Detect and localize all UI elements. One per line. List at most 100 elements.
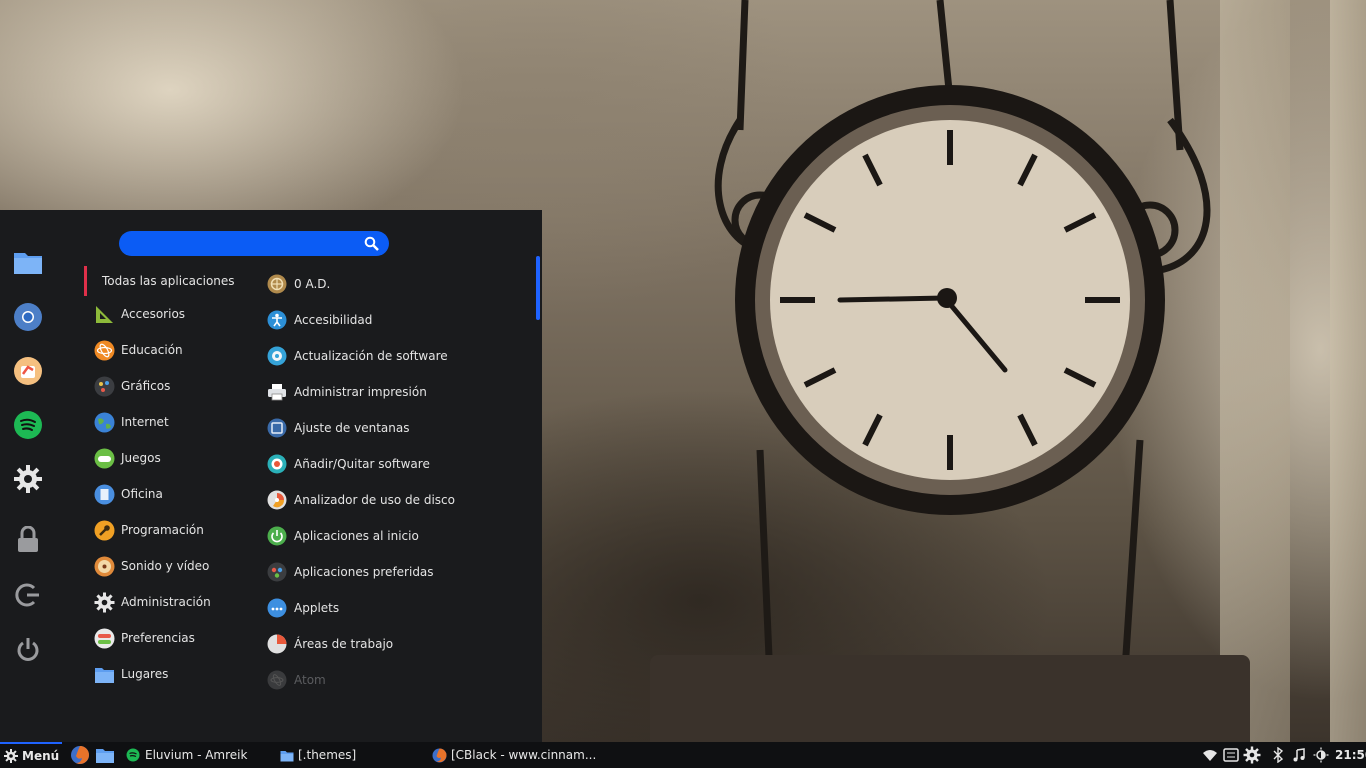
favorite-settings-button[interactable] (10, 461, 46, 497)
menu-label: Menú (22, 749, 60, 763)
applets-icon (267, 598, 287, 618)
spotify-icon (126, 748, 140, 762)
app-label: 0 A.D. (294, 277, 331, 291)
category-places[interactable]: Lugares (94, 660, 168, 688)
ruler-triangle-icon (96, 305, 113, 323)
launcher-files[interactable] (95, 742, 115, 768)
category-office[interactable]: Oficina (94, 480, 163, 508)
category-administration[interactable]: Administración (94, 588, 211, 616)
app-workspaces[interactable]: Áreas de trabajo (267, 630, 393, 658)
printer-icon (268, 384, 286, 401)
category-label: Administración (121, 595, 211, 609)
app-label: Áreas de trabajo (294, 637, 394, 651)
music-note-icon[interactable] (1291, 747, 1307, 763)
task-window-themes-folder[interactable]: [.themes] (280, 742, 356, 768)
application-menu: Todas las aplicaciones Accesorios Educac… (0, 210, 542, 742)
gear-icon (94, 592, 115, 612)
spotify-icon (14, 411, 42, 439)
category-games[interactable]: Juegos (94, 444, 161, 472)
clock[interactable]: 21:50 (1335, 742, 1366, 768)
favorite-software-manager-button[interactable] (10, 353, 46, 389)
category-label: Programación (121, 523, 204, 537)
category-label: Internet (121, 415, 169, 429)
folder-icon (280, 750, 294, 761)
window-icon (267, 418, 287, 438)
category-internet[interactable]: Internet (94, 408, 169, 436)
gamepad-icon (94, 448, 115, 468)
favorite-chromium-button[interactable] (10, 299, 46, 335)
bluetooth-icon[interactable] (1270, 747, 1286, 763)
category-sound-video[interactable]: Sonido y vídeo (94, 552, 209, 580)
app-print-settings[interactable]: Administrar impresión (267, 378, 427, 406)
app-label: Aplicaciones al inicio (294, 529, 419, 543)
app-label: Administrar impresión (294, 385, 427, 399)
startup-icon (267, 526, 287, 546)
app-applets[interactable]: Applets (267, 594, 339, 622)
category-label: Gráficos (121, 379, 171, 393)
app-0ad[interactable]: 0 A.D. (267, 270, 330, 298)
category-label: Educación (121, 343, 183, 357)
category-education[interactable]: Educación (94, 336, 183, 364)
search-input[interactable] (133, 234, 357, 255)
app-label: Analizador de uso de disco (294, 493, 455, 507)
task-window-spotify[interactable]: Eluvium - Amreik (126, 742, 247, 768)
favorite-spotify-button[interactable] (10, 407, 46, 443)
category-accessories[interactable]: Accesorios (94, 300, 185, 328)
launcher-firefox[interactable] (70, 742, 90, 768)
shutdown-button[interactable] (10, 631, 46, 667)
keyboard-icon[interactable] (1223, 747, 1239, 763)
category-programming[interactable]: Programación (94, 516, 204, 544)
favorites-column (0, 210, 56, 742)
app-preferred-applications[interactable]: Aplicaciones preferidas (267, 558, 434, 586)
category-label: Lugares (121, 667, 169, 681)
globe-icon (94, 412, 115, 432)
category-all-applications[interactable]: Todas las aplicaciones (84, 266, 235, 296)
app-window-settings[interactable]: Ajuste de ventanas (267, 414, 409, 442)
logout-button[interactable] (10, 577, 46, 613)
category-label: Juegos (121, 451, 161, 465)
app-accessibility[interactable]: Accesibilidad (267, 306, 372, 334)
firefox-icon (432, 748, 447, 762)
app-label: Añadir/Quitar software (294, 457, 430, 471)
folder-icon (96, 749, 114, 763)
app-software-update[interactable]: Actualización de software (267, 342, 448, 370)
toggles-icon (94, 628, 115, 648)
graphics-icon (94, 376, 115, 396)
logout-icon (15, 583, 39, 607)
app-label: Aplicaciones preferidas (294, 565, 434, 579)
wifi-icon[interactable] (1202, 747, 1218, 763)
app-label: Actualización de software (294, 349, 448, 363)
chromium-icon (14, 303, 42, 331)
menu-button[interactable]: Menú (0, 742, 62, 768)
app-label: Accesibilidad (294, 313, 373, 327)
category-graphics[interactable]: Gráficos (94, 372, 170, 400)
settings-gear-icon[interactable] (1243, 746, 1261, 764)
search-box[interactable] (119, 231, 389, 256)
category-label: Preferencias (121, 631, 195, 645)
disk-usage-icon (267, 490, 287, 510)
app-label: Atom (294, 673, 326, 687)
apps-scrollbar[interactable] (536, 256, 540, 320)
search-icon[interactable] (364, 236, 380, 252)
app-software-manager[interactable]: Añadir/Quitar software (267, 450, 430, 478)
lock-screen-button[interactable] (10, 522, 46, 558)
app-disk-usage-analyzer[interactable]: Analizador de uso de disco (267, 486, 455, 514)
atom-editor-icon (267, 670, 287, 690)
folder-icon (14, 253, 42, 274)
task-window-firefox[interactable]: [CBlack - www.cinnam... (432, 742, 596, 768)
document-icon (94, 484, 115, 504)
folder-icon (95, 667, 114, 683)
update-icon (267, 346, 287, 366)
settings-gear-icon (14, 465, 42, 493)
taskbar: Menú Eluvium - Amreik [.themes] [CBlack … (0, 742, 1366, 768)
brightness-icon[interactable] (1313, 747, 1329, 763)
gear-icon (4, 749, 18, 763)
app-startup-applications[interactable]: Aplicaciones al inicio (267, 522, 419, 550)
atom-icon (94, 340, 115, 360)
preferred-apps-icon (267, 562, 287, 582)
app-atom[interactable]: Atom (267, 666, 326, 694)
power-icon (17, 638, 39, 661)
category-preferences[interactable]: Preferencias (94, 624, 195, 652)
favorite-files-button[interactable] (10, 244, 46, 280)
software-manager-icon (14, 357, 42, 385)
